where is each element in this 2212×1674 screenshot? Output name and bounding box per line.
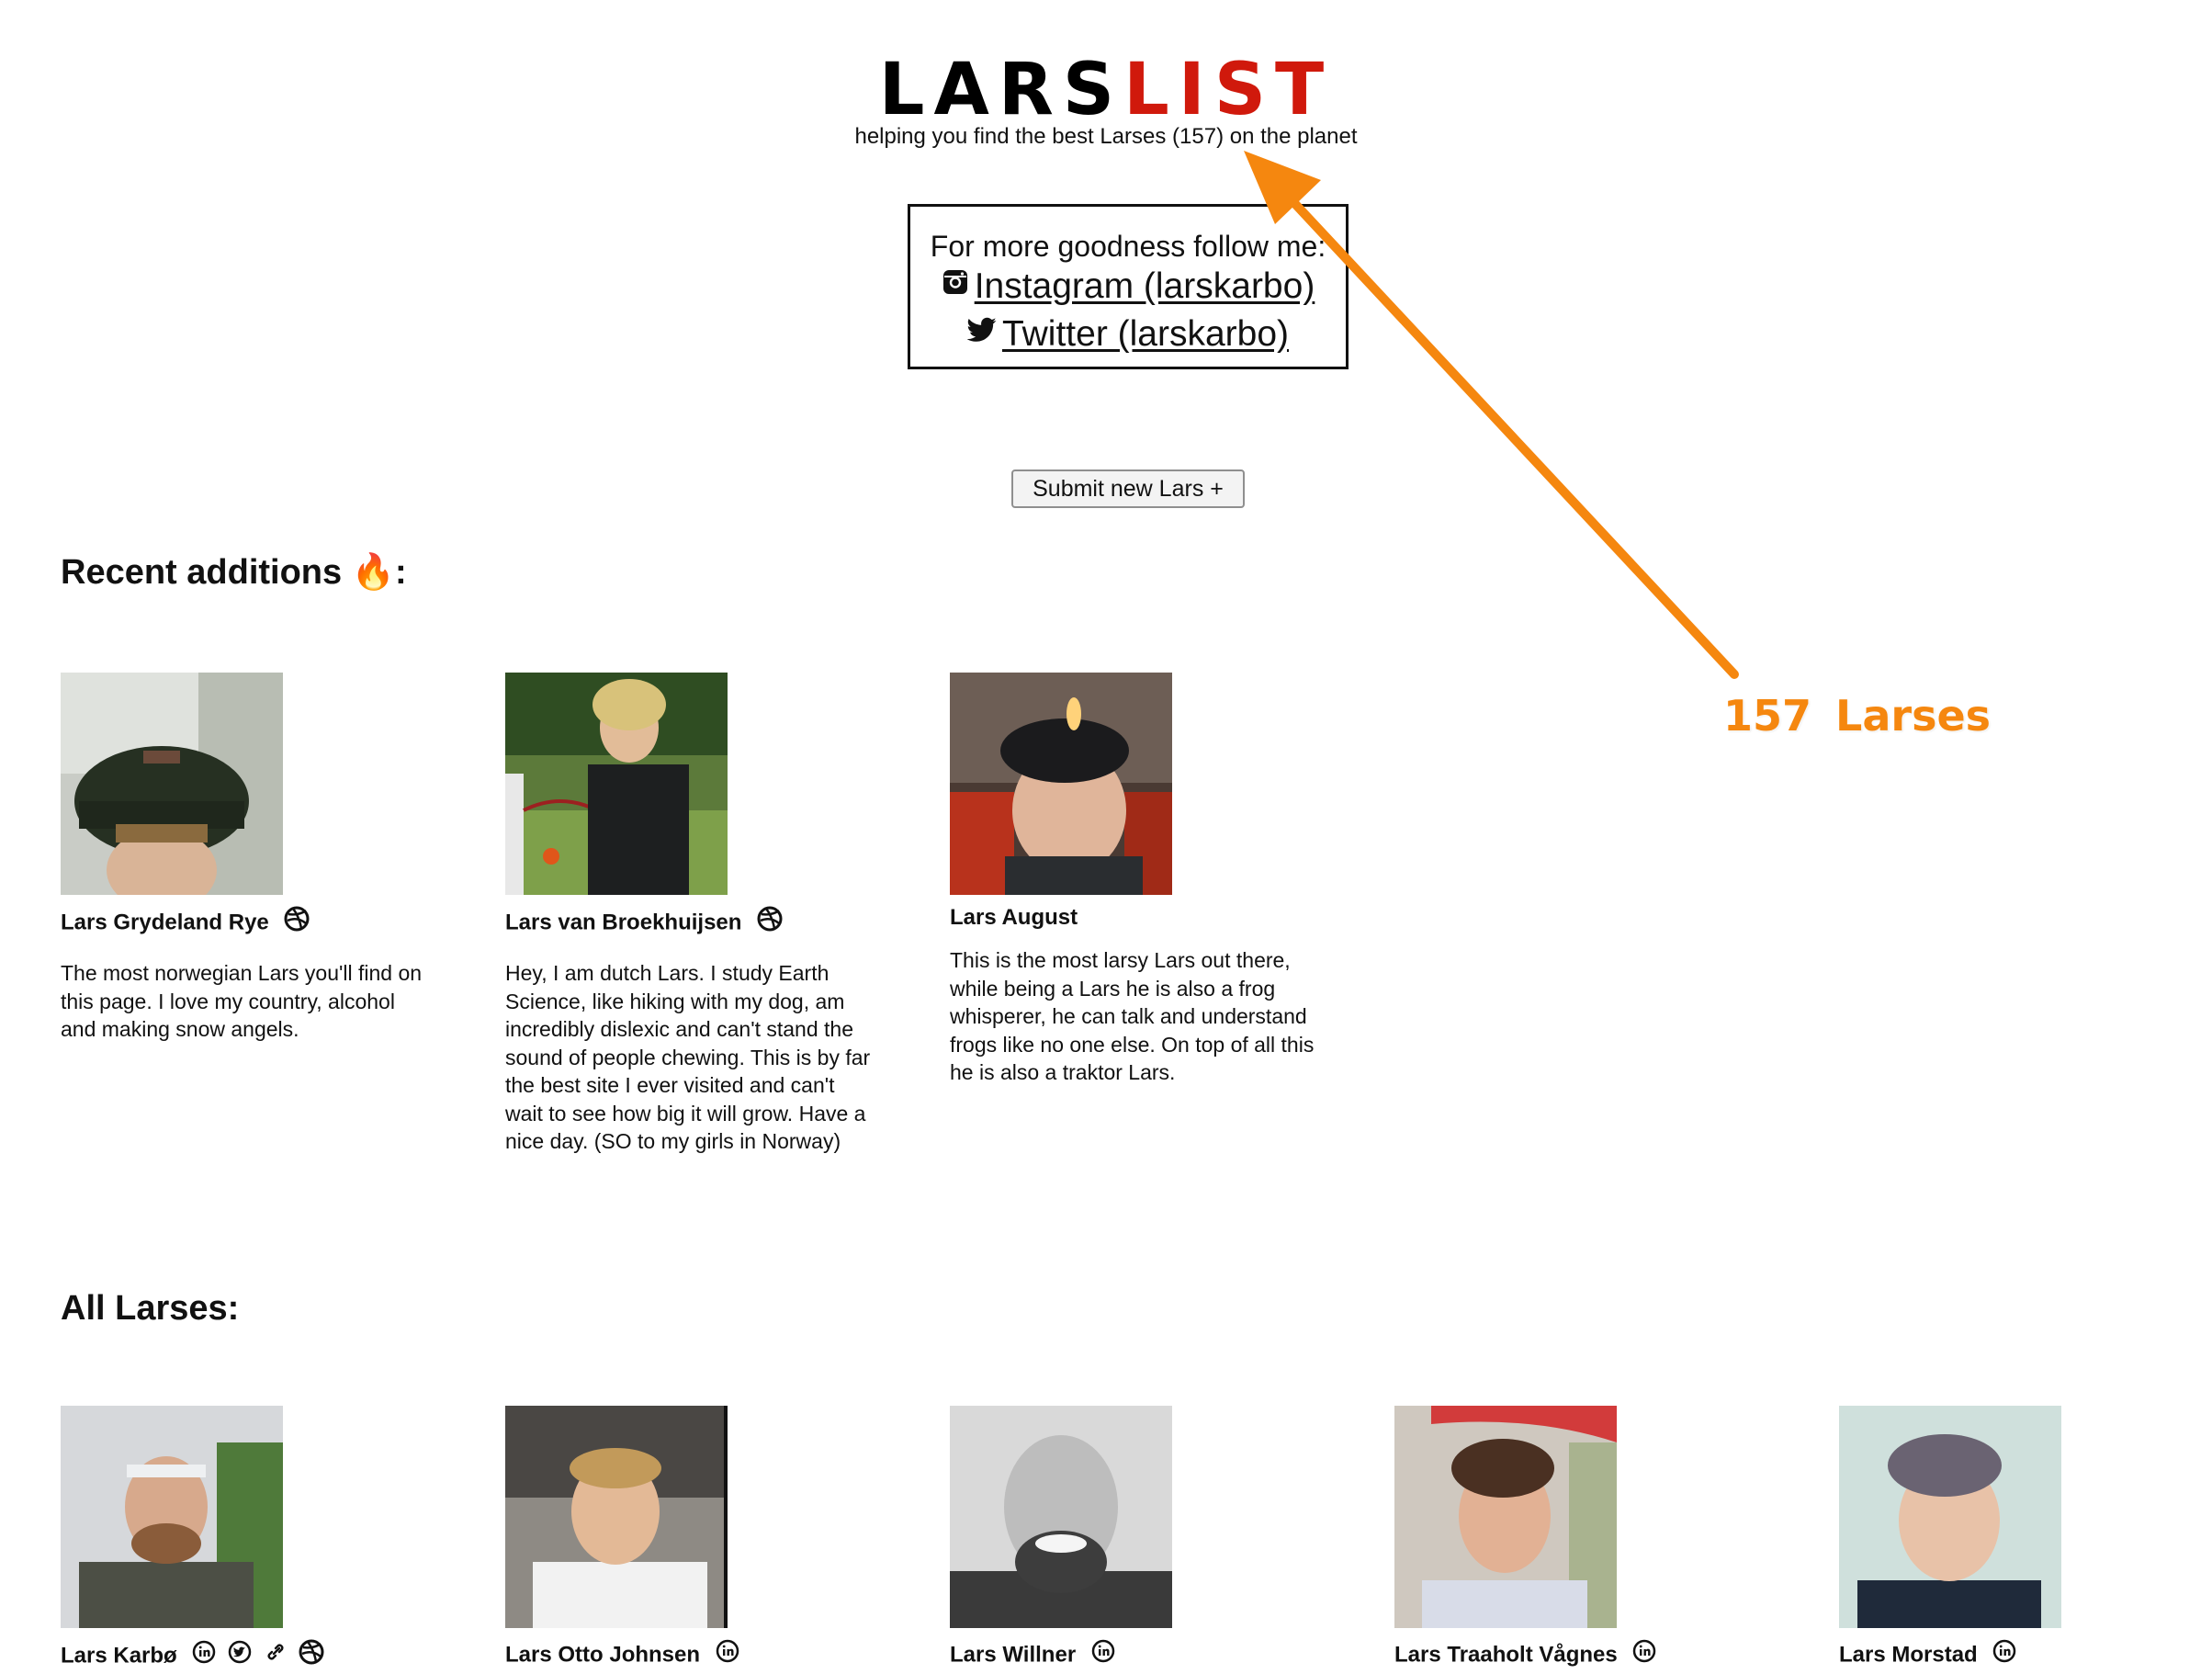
twitter-label: Twitter (larskarbo)	[1001, 313, 1290, 354]
lars-card[interactable]: Lars Traaholt Vågnes	[1394, 1406, 1762, 1672]
lars-name: Lars Traaholt Vågnes	[1394, 1639, 1762, 1672]
lars-card[interactable]: Lars Morstad	[1839, 1406, 2206, 1672]
recent-additions-title: Recent additions	[61, 553, 343, 592]
lars-photo[interactable]	[505, 1406, 728, 1628]
lars-photo[interactable]	[1394, 1406, 1617, 1628]
instagram-label: Instagram (larskarbo)	[974, 266, 1315, 306]
submit-new-lars-button[interactable]: Submit new Lars +	[1011, 469, 1245, 508]
dribbble-icon[interactable]	[757, 906, 783, 941]
lars-card[interactable]: Lars Karbø	[61, 1406, 428, 1674]
annotation-label: 157 Larses	[1723, 691, 1992, 741]
lars-card[interactable]: Lars Grydeland Rye The most norwegian La…	[61, 673, 428, 1044]
logo-lars: LARS	[878, 49, 1124, 131]
instagram-link[interactable]: Instagram (larskarbo)	[910, 264, 1346, 311]
fire-icon: 🔥	[351, 551, 396, 592]
twitter-link[interactable]: Twitter (larskarbo)	[910, 311, 1346, 359]
lars-name: Lars August	[950, 902, 1317, 933]
dribbble-icon[interactable]	[284, 906, 310, 941]
logo-list: LIST	[1123, 49, 1334, 131]
linkedin-icon[interactable]	[192, 1640, 216, 1673]
linkedin-icon[interactable]	[1632, 1639, 1656, 1672]
lars-description: The most norwegian Lars you'll find on t…	[61, 961, 423, 1041]
lars-photo[interactable]	[61, 1406, 283, 1628]
lars-name: Lars Grydeland Rye	[61, 906, 428, 941]
lars-name-text: Lars Willner	[950, 1642, 1077, 1668]
twitter-icon[interactable]	[228, 1640, 252, 1673]
lars-photo[interactable]	[61, 673, 283, 895]
lars-card[interactable]: Lars Willner	[950, 1406, 1317, 1672]
lars-name: Lars Morstad	[1839, 1639, 2206, 1672]
site-subtitle: helping you find the best Larses (157) o…	[854, 124, 1358, 149]
lars-name-text: Lars Traaholt Vågnes	[1394, 1642, 1618, 1668]
link-icon[interactable]	[264, 1640, 288, 1673]
lars-description: Hey, I am dutch Lars. I study Earth Scie…	[505, 961, 871, 1153]
lars-name-text: Lars Otto Johnsen	[505, 1642, 701, 1668]
lars-photo[interactable]	[950, 673, 1172, 895]
linkedin-icon[interactable]	[716, 1639, 739, 1672]
lars-card[interactable]: Lars August This is the most larsy Lars …	[950, 673, 1317, 1087]
follow-text: For more goodness follow me:	[930, 230, 1326, 263]
lars-name-text: Lars Grydeland Rye	[61, 910, 269, 935]
lars-photo[interactable]	[505, 673, 728, 895]
dribbble-icon[interactable]	[299, 1639, 324, 1674]
recent-additions-heading: Recent additions 🔥:	[61, 551, 407, 593]
lars-name-text: Lars van Broekhuijsen	[505, 910, 742, 935]
lars-name-text: Lars Karbø	[61, 1643, 177, 1668]
lars-name: Lars Karbø	[61, 1639, 428, 1674]
lars-photo[interactable]	[1839, 1406, 2061, 1628]
recent-additions-colon: :	[395, 553, 407, 592]
lars-name: Lars van Broekhuijsen	[505, 906, 873, 941]
lars-name-text: Lars August	[950, 905, 1078, 930]
lars-card[interactable]: Lars Otto Johnsen	[505, 1406, 873, 1672]
lars-name-text: Lars Morstad	[1839, 1642, 1978, 1668]
follow-box: For more goodness follow me: Instagram (…	[908, 204, 1349, 369]
linkedin-icon[interactable]	[1091, 1639, 1115, 1672]
twitter-icon	[966, 309, 997, 355]
all-larses-heading: All Larses:	[61, 1289, 240, 1328]
lars-card[interactable]: Lars van Broekhuijsen Hey, I am dutch La…	[505, 673, 873, 1156]
lars-description: This is the most larsy Lars out there, w…	[950, 948, 1315, 1084]
lars-name: Lars Willner	[950, 1639, 1317, 1672]
lars-photo[interactable]	[950, 1406, 1172, 1628]
site-logo: LARSLIST	[0, 53, 2212, 127]
lars-name: Lars Otto Johnsen	[505, 1639, 873, 1672]
linkedin-icon[interactable]	[1992, 1639, 2016, 1672]
instagram-icon	[942, 262, 969, 308]
